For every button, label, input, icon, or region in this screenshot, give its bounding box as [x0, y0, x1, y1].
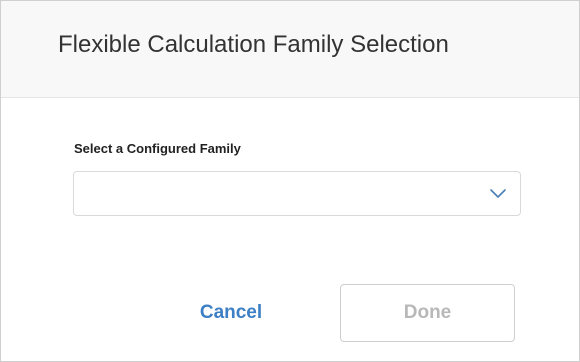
- configured-family-label: Select a Configured Family: [74, 141, 241, 156]
- dialog-header: Flexible Calculation Family Selection: [1, 1, 579, 98]
- dialog-title: Flexible Calculation Family Selection: [58, 31, 449, 58]
- done-button[interactable]: Done: [340, 284, 515, 342]
- chevron-down-icon[interactable]: [489, 187, 507, 199]
- cancel-button[interactable]: Cancel: [189, 295, 273, 331]
- configured-family-select[interactable]: [73, 171, 521, 216]
- family-selection-dialog: Flexible Calculation Family Selection Se…: [0, 0, 580, 362]
